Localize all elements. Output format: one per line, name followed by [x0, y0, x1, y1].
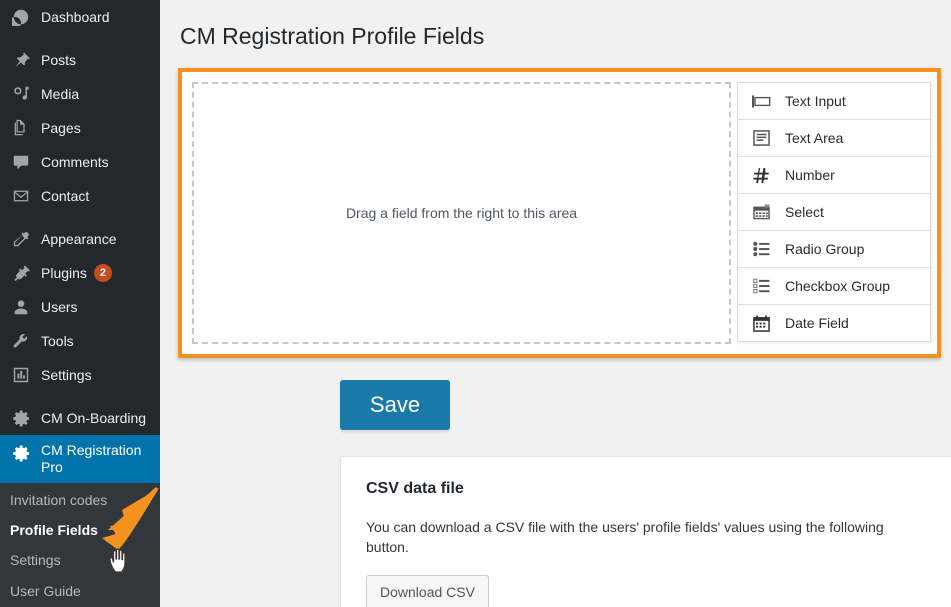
save-button[interactable]: Save	[340, 380, 450, 430]
builder-inner: Drag a field from the right to this area…	[182, 72, 937, 354]
sidebar-item-label: Comments	[41, 154, 109, 170]
main-content: CM Registration Profile Fields Drag a fi…	[160, 0, 951, 607]
sidebar-item-settings[interactable]: Settings	[0, 358, 160, 392]
sidebar-item-label: Contact	[41, 188, 90, 204]
media-icon	[10, 84, 32, 104]
sidebar-item-posts[interactable]: Posts	[0, 43, 160, 77]
csv-panel-title: CSV data file	[366, 480, 464, 497]
sidebar-menu: Dashboard Posts Media Pages Comments Contact A…	[0, 0, 160, 435]
dropzone-placeholder-text: Drag a field from the right to this area	[345, 205, 578, 221]
field-type-label: Text Area	[785, 130, 844, 146]
sidebar-item-media[interactable]: Media	[0, 77, 160, 111]
field-type-text-area[interactable]: Text Area	[738, 120, 930, 157]
dashboard-icon	[10, 7, 32, 27]
calendar-icon	[750, 313, 772, 333]
menu-separator	[0, 34, 160, 43]
checkbox-list-icon	[750, 276, 772, 296]
text-input-icon	[750, 91, 772, 111]
sidebar-item-dashboard[interactable]: Dashboard	[0, 0, 160, 34]
sidebar-item-label: Settings	[41, 367, 92, 383]
sidebar-item-label: Dashboard	[41, 9, 110, 25]
wrench-icon	[10, 331, 32, 351]
sidebar-item-pages[interactable]: Pages	[0, 111, 160, 145]
submenu-item-user-guide[interactable]: User Guide	[0, 576, 160, 606]
sidebar-item-label: CM On-Boarding	[41, 410, 147, 426]
sidebar-item-appearance[interactable]: Appearance	[0, 222, 160, 256]
sidebar-item-contact[interactable]: Contact	[0, 179, 160, 213]
sidebar-item-label: Users	[41, 299, 78, 315]
field-type-radio-group[interactable]: Radio Group	[738, 231, 930, 268]
pages-icon	[10, 118, 32, 138]
field-type-label: Checkbox Group	[785, 278, 891, 294]
pin-icon	[10, 50, 32, 70]
number-hash-icon	[750, 165, 772, 185]
field-type-text-input[interactable]: Text Input	[738, 83, 930, 120]
submenu-item-profile-fields[interactable]: Profile Fields	[0, 515, 160, 545]
sidebar-item-label: Pages	[41, 120, 81, 136]
field-type-label: Number	[785, 167, 835, 183]
menu-separator	[0, 213, 160, 222]
plug-icon	[10, 263, 32, 283]
user-icon	[10, 297, 32, 317]
sidebar-item-label: Media	[41, 86, 80, 102]
csv-data-file-panel: CSV data file You can download a CSV fil…	[340, 456, 951, 607]
field-type-label: Text Input	[785, 93, 846, 109]
admin-sidebar: Dashboard Posts Media Pages Comments Contact A…	[0, 0, 160, 607]
page-title: CM Registration Profile Fields	[180, 23, 485, 49]
sidebar-item-comments[interactable]: Comments	[0, 145, 160, 179]
csv-panel-description: You can download a CSV file with the use…	[366, 519, 884, 555]
submenu-item-invitation-codes[interactable]: Invitation codes	[0, 485, 160, 515]
field-type-label: Date Field	[785, 315, 849, 331]
select-dropdown-icon	[750, 202, 772, 222]
brush-icon	[10, 229, 32, 249]
gear-icon	[10, 408, 32, 428]
plugins-update-badge: 2	[93, 264, 112, 282]
sidebar-item-label: Posts	[41, 52, 77, 68]
field-type-label: Radio Group	[785, 241, 865, 257]
gear-icon	[10, 443, 32, 463]
sidebar-item-plugins[interactable]: Plugins 2	[0, 256, 160, 290]
field-type-select[interactable]: Select	[738, 194, 930, 231]
field-type-date-field[interactable]: Date Field	[738, 305, 930, 342]
sidebar-submenu: Invitation codes Profile Fields Settings Us…	[0, 483, 160, 607]
sidebar-item-label: Appearance	[41, 231, 117, 247]
sidebar-item-cm-registration-pro[interactable]: CM Registration Pro	[0, 435, 160, 483]
text-area-icon	[750, 128, 772, 148]
sidebar-item-label: CM Registration Pro	[41, 442, 142, 475]
envelope-icon	[10, 186, 32, 206]
field-type-number[interactable]: Number	[738, 157, 930, 194]
sidebar-item-label: Plugins	[41, 265, 87, 281]
settings-icon	[10, 365, 32, 385]
field-type-list: Text Input Text Area Number Select Radio Gro…	[737, 82, 931, 342]
menu-separator	[0, 392, 160, 401]
field-type-checkbox-group[interactable]: Checkbox Group	[738, 268, 930, 305]
sidebar-item-tools[interactable]: Tools	[0, 324, 160, 358]
sidebar-item-cm-onboarding[interactable]: CM On-Boarding	[0, 401, 160, 435]
sidebar-item-users[interactable]: Users	[0, 290, 160, 324]
profile-fields-builder: Drag a field from the right to this area…	[178, 68, 941, 358]
field-dropzone[interactable]: Drag a field from the right to this area	[192, 82, 731, 344]
sidebar-item-label: Tools	[41, 333, 74, 349]
submenu-item-settings[interactable]: Settings	[0, 545, 160, 575]
comment-icon	[10, 152, 32, 172]
radio-list-icon	[750, 239, 772, 259]
download-csv-button[interactable]: Download CSV	[366, 575, 489, 607]
admin-page: Dashboard Posts Media Pages Comments Contact A…	[0, 0, 951, 607]
field-type-label: Select	[785, 204, 824, 220]
